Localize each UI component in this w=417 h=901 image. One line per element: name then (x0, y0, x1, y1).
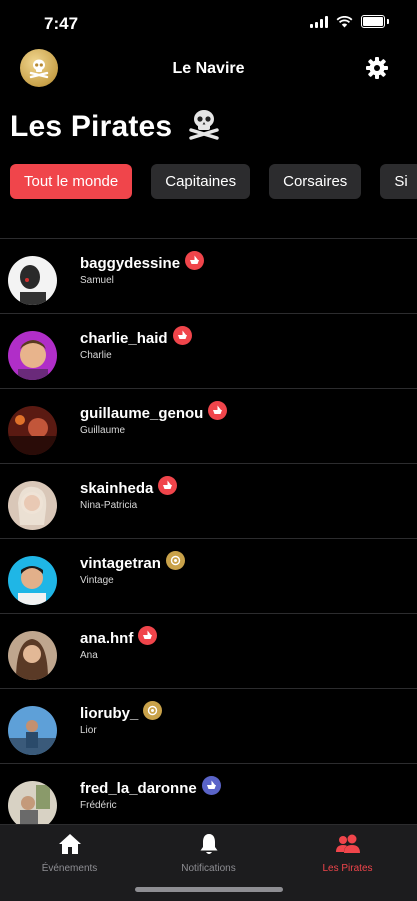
member-row[interactable]: baggydessine Samuel (0, 238, 417, 313)
filter-chip-more[interactable]: Si (380, 164, 417, 199)
avatar (8, 406, 57, 455)
home-icon (58, 834, 81, 854)
member-handle: lioruby_ (80, 701, 163, 722)
member-name: Frédéric (80, 800, 117, 811)
avatar (8, 256, 57, 305)
member-handle: baggydessine (80, 251, 205, 272)
blue-ship-badge-icon (201, 776, 221, 795)
red-ship-badge-icon (158, 476, 178, 495)
member-handle: charlie_haid (80, 326, 192, 347)
member-name: Vintage (80, 575, 114, 586)
signal-icon (310, 15, 328, 28)
member-row[interactable]: charlie_haid Charlie (0, 313, 417, 388)
red-ship-badge-icon (185, 251, 205, 270)
member-handle: vintagetran (80, 551, 185, 572)
tab-label: Notifications (181, 863, 236, 874)
member-name: Lior (80, 725, 97, 736)
gold-medal-badge-icon (143, 701, 163, 720)
nav-title: Le Navire (172, 60, 245, 77)
member-row[interactable]: ana.hnf Ana (0, 613, 417, 688)
page-title-text: Les Pirates (10, 110, 173, 143)
member-row[interactable]: skainheda Nina-Patricia (0, 463, 417, 538)
people-icon (335, 834, 360, 853)
red-ship-badge-icon (208, 401, 228, 420)
member-name: Samuel (80, 275, 114, 286)
tab-notifications[interactable]: Notifications (139, 831, 278, 874)
tab-label: Les Pirates (322, 863, 373, 874)
avatar (8, 781, 57, 830)
nav-bar: Le Navire (0, 44, 417, 94)
red-ship-badge-icon (172, 326, 192, 345)
member-handle: guillaume_genou (80, 401, 228, 422)
red-ship-badge-icon (138, 626, 158, 645)
member-name: Nina-Patricia (80, 500, 138, 511)
member-name: Guillaume (80, 425, 126, 436)
member-handle: skainheda (80, 476, 178, 497)
tab-pirates[interactable]: Les Pirates (278, 831, 417, 874)
member-list: baggydessine Samuel charlie_haid Charlie… (0, 238, 417, 838)
gold-medal-badge-icon (165, 551, 185, 570)
member-row[interactable]: vintagetran Vintage (0, 538, 417, 613)
skull-crossbones-icon (189, 110, 219, 140)
wifi-icon (336, 15, 353, 27)
tab-label: Événements (41, 863, 98, 874)
status-time: 7:47 (44, 14, 79, 33)
gear-icon[interactable] (365, 56, 389, 80)
battery-nub (387, 19, 389, 24)
member-handle: fred_la_daronne (80, 776, 221, 797)
battery-icon (361, 15, 385, 28)
status-bar: 7:47 (0, 0, 417, 44)
status-icons (310, 15, 389, 28)
page-title: Les Pirates (10, 108, 221, 144)
avatar (8, 331, 57, 380)
member-handle: ana.hnf (80, 626, 158, 647)
avatar (8, 631, 57, 680)
home-indicator (135, 887, 283, 892)
bell-icon (200, 834, 217, 854)
member-name: Charlie (80, 350, 112, 361)
avatar (8, 706, 57, 755)
filter-chips: Tout le monde Capitaines Corsaires Si (10, 164, 417, 199)
filter-chip-captains[interactable]: Capitaines (151, 164, 251, 199)
tab-events[interactable]: Événements (0, 831, 139, 874)
filter-chip-everyone[interactable]: Tout le monde (10, 164, 133, 199)
avatar (8, 481, 57, 530)
member-name: Ana (80, 650, 98, 661)
member-row[interactable]: lioruby_ Lior (0, 688, 417, 763)
avatar (8, 556, 57, 605)
filter-chip-corsairs[interactable]: Corsaires (269, 164, 362, 199)
member-row[interactable]: guillaume_genou Guillaume (0, 388, 417, 463)
